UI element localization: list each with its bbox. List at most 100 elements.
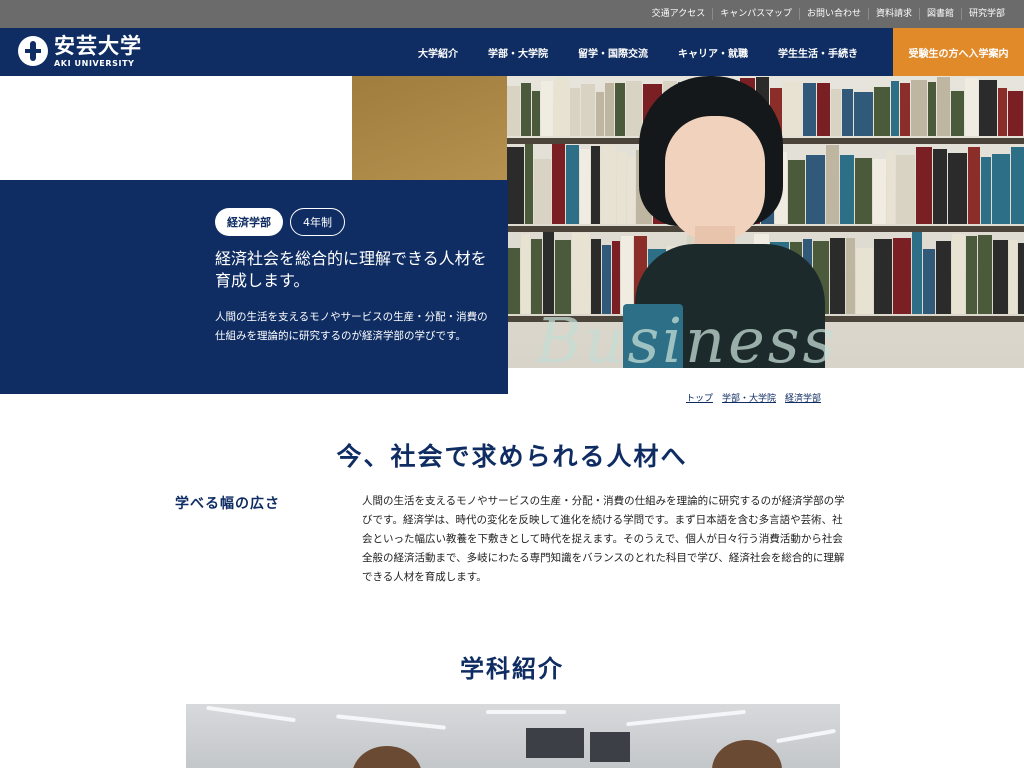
feature-text: 人間の生活を支えるモノやサービスの生産・分配・消費の仕組みを理論的に研究するのが… (362, 495, 845, 583)
hero-accent-block (352, 76, 512, 180)
utility-link-campus-map[interactable]: キャンパスマップ (712, 8, 799, 20)
book-spine (605, 83, 614, 136)
book-spine (981, 157, 991, 224)
university-logo[interactable]: 安芸大学 AKI UNIVERSITY (18, 34, 158, 70)
book-spine (525, 144, 533, 224)
book-spine (1009, 240, 1017, 314)
book-spine (581, 84, 595, 136)
years-badge: 4年制 (290, 208, 345, 236)
book-spine (896, 155, 915, 224)
book-spine (534, 159, 551, 224)
book-spine (893, 238, 911, 314)
book-spine (993, 240, 1008, 314)
book-spine (627, 157, 635, 224)
utility-link-library[interactable]: 図書館 (918, 8, 961, 20)
book-spine (979, 80, 997, 136)
book-spine (874, 239, 892, 314)
book-spine (541, 81, 553, 136)
book-spine (887, 150, 895, 224)
book-spine (846, 238, 855, 314)
book-spine (531, 239, 542, 314)
book-spine (873, 159, 886, 224)
book-spine (1011, 147, 1024, 224)
breadcrumb: トップ 学部・大学院 経済学部 (686, 391, 830, 404)
section-title-departments: 学科紹介 (460, 654, 564, 683)
book-spine (1008, 91, 1023, 136)
book-spine (1018, 243, 1024, 314)
hero-badges: 経済学部 4年制 (215, 208, 345, 236)
book-spine (842, 89, 853, 136)
global-nav: 大学紹介 学部・大学院 留学・国際交流 キャリア・就職 学生生活・手続き (418, 28, 888, 76)
logo-subtitle: AKI UNIVERSITY (54, 59, 135, 68)
book-spine (601, 145, 616, 224)
book-spine (992, 154, 1010, 224)
nav-faculties[interactable]: 学部・大学院 (488, 45, 548, 60)
book-spine (854, 92, 873, 136)
book-spine (856, 248, 873, 314)
utility-link-request-materials[interactable]: 資料請求 (867, 8, 919, 20)
book-spine (965, 78, 978, 136)
nav-student-life[interactable]: 学生生活・手続き (778, 45, 858, 60)
book-spine (936, 241, 951, 314)
logo-name: 安芸大学 (54, 34, 142, 58)
book-spine (855, 158, 872, 224)
book-spine (998, 88, 1007, 136)
book-spine (507, 248, 520, 314)
feature-heading: 学べる幅の広さ (175, 496, 280, 512)
book-spine (507, 86, 520, 136)
book-spine (952, 234, 965, 314)
book-spine (951, 91, 964, 136)
book-spine (615, 83, 625, 136)
university-emblem-icon (18, 36, 48, 66)
utility-link-research[interactable]: 研究学部 (960, 8, 1012, 20)
book-spine (966, 236, 977, 314)
hero-description: 人間の生活を支えるモノやサービスの生産・分配・消費の仕組みを理論的に研究するのが… (215, 311, 488, 342)
book-spine (617, 152, 626, 224)
nav-about[interactable]: 大学紹介 (418, 45, 458, 60)
book-spine (900, 83, 910, 136)
book-spine (874, 87, 890, 136)
book-spine (840, 155, 854, 224)
book-spine (912, 232, 922, 314)
hero-script-text: Business (536, 304, 838, 377)
book-spine (916, 147, 932, 224)
faculty-badge: 経済学部 (215, 208, 283, 236)
book-spine (911, 80, 927, 136)
book-spine (554, 77, 569, 136)
book-spine (591, 239, 601, 314)
book-spine (566, 145, 579, 224)
book-spine (552, 144, 565, 224)
book-spine (591, 146, 600, 224)
book-spine (507, 147, 524, 224)
utility-link-access[interactable]: 交通アクセス (645, 8, 713, 20)
book-spine (580, 149, 590, 224)
main-header: 安芸大学 AKI UNIVERSITY 大学紹介 学部・大学院 留学・国際交流 … (0, 28, 1024, 76)
utility-link-contact[interactable]: お問い合わせ (798, 8, 868, 20)
hero: Business 経済学部 4年制 経済社会を総合的に理解できる人材を育成します… (0, 76, 1024, 394)
breadcrumb-top[interactable]: トップ (686, 391, 713, 404)
breadcrumb-economics[interactable]: 経済学部 (785, 391, 821, 404)
admissions-cta-button[interactable]: 受験生の方へ入学案内 (893, 28, 1024, 76)
book-spine (621, 236, 633, 314)
section-title-talent: 今、社会で求められる人材へ (336, 442, 688, 471)
book-spine (928, 82, 936, 136)
book-spine (532, 91, 540, 136)
book-spine (596, 92, 604, 136)
utility-bar: 交通アクセス キャンパスマップ お問い合わせ 資料請求 図書館 研究学部 (0, 0, 1024, 28)
book-spine (543, 232, 554, 314)
book-spine (572, 233, 590, 314)
book-spine (968, 147, 980, 224)
hero-headline: 経済社会を総合的に理解できる人材を育成します。 (215, 249, 487, 290)
hero-panel: 経済学部 4年制 経済社会を総合的に理解できる人材を育成します。 人間の生活を支… (0, 180, 508, 394)
nav-international[interactable]: 留学・国際交流 (578, 45, 648, 60)
utility-links: 交通アクセス キャンパスマップ お問い合わせ 資料請求 図書館 研究学部 (645, 0, 1012, 28)
book-spine (978, 235, 992, 314)
book-spine (891, 81, 899, 136)
department-photo (186, 704, 840, 768)
book-spine (933, 149, 947, 224)
book-spine (521, 83, 531, 136)
book-spine (948, 153, 967, 224)
nav-career[interactable]: キャリア・就職 (678, 45, 748, 60)
book-spine (521, 234, 530, 314)
breadcrumb-faculties[interactable]: 学部・大学院 (722, 391, 776, 404)
